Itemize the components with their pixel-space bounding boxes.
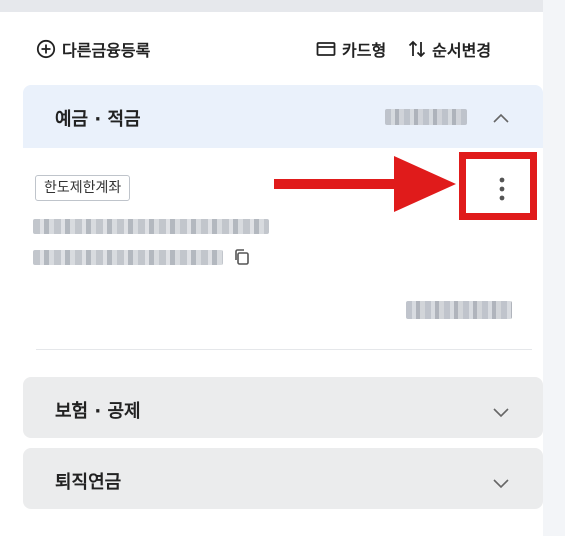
pension-section-header[interactable]: 퇴직연금 (23, 448, 543, 509)
insurance-section-header[interactable]: 보험 · 공제 (23, 377, 543, 438)
deposit-total-amount-redacted (385, 109, 467, 125)
copy-icon[interactable] (232, 247, 252, 271)
highlight-box (459, 152, 537, 220)
add-other-finance-label: 다른금융등록 (62, 41, 151, 60)
chevron-up-icon[interactable] (492, 109, 510, 128)
account-balance-redacted (406, 301, 512, 319)
pension-section-title: 퇴직연금 (55, 472, 122, 493)
sort-arrows-icon (408, 40, 426, 58)
reorder-label: 순서변경 (432, 41, 492, 60)
annotation-arrow (274, 156, 456, 212)
limit-account-badge: 한도제한계좌 (35, 175, 131, 201)
chevron-down-icon[interactable] (492, 404, 510, 423)
account-number-redacted (33, 250, 223, 265)
right-edge-strip (543, 0, 565, 536)
insurance-section-title: 보험 · 공제 (55, 401, 141, 422)
account-name-redacted (33, 219, 269, 234)
deposit-section-header[interactable]: 예금 · 적금 (23, 85, 543, 148)
view-options: 카드형 순서변경 (316, 37, 491, 61)
chevron-down-icon[interactable] (492, 475, 510, 494)
add-other-finance-button[interactable]: 다른금융등록 (36, 37, 150, 61)
deposit-section-title: 예금 · 적금 (55, 109, 141, 130)
plus-circle-icon (36, 39, 56, 59)
card-view-button[interactable]: 카드형 (316, 37, 386, 61)
top-strip (0, 0, 565, 12)
card-view-label: 카드형 (342, 41, 387, 60)
reorder-button[interactable]: 순서변경 (408, 37, 491, 61)
section-divider (36, 349, 532, 350)
card-icon (316, 41, 336, 57)
